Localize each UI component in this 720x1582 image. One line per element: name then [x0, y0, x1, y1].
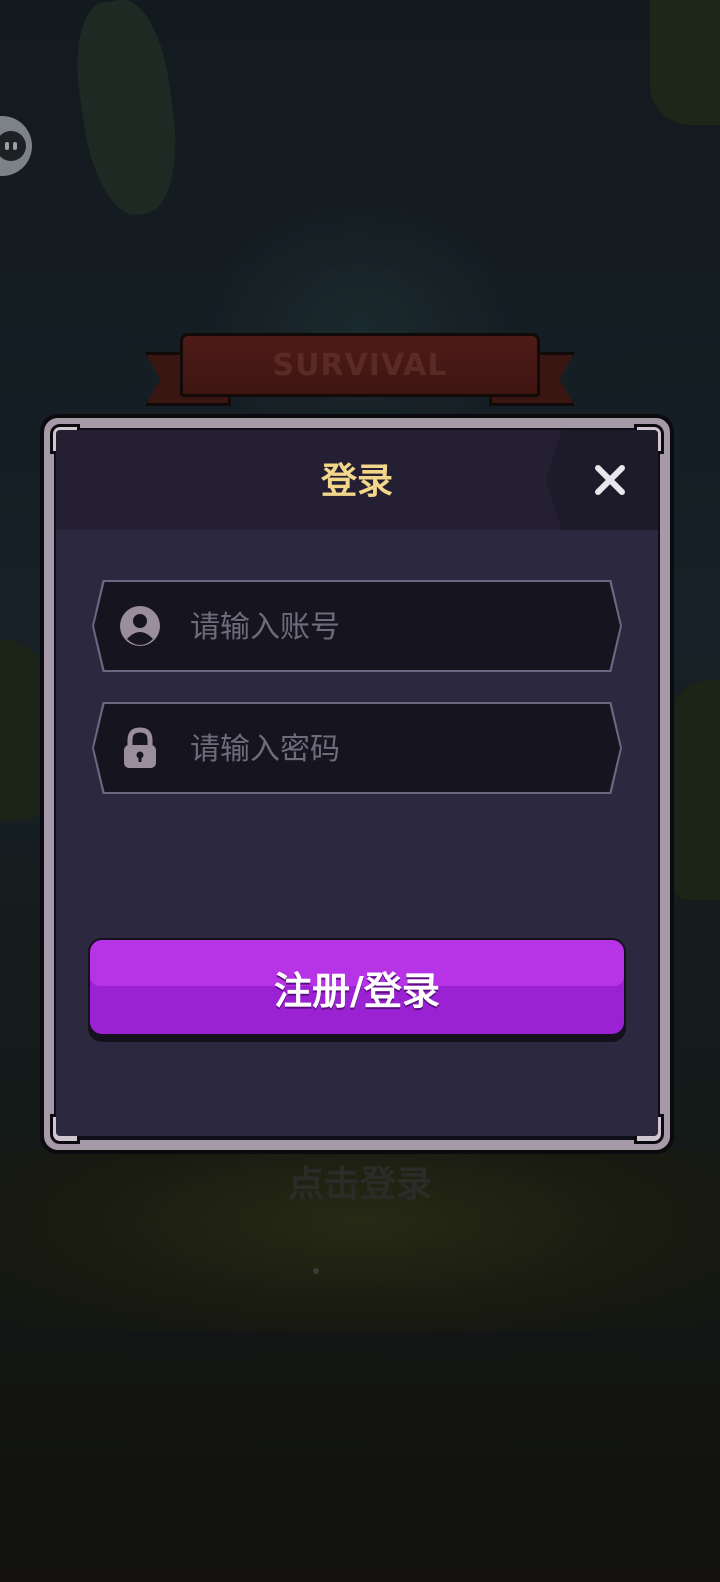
account-input[interactable]: [188, 600, 592, 654]
password-input[interactable]: [188, 722, 592, 776]
user-icon: [120, 606, 160, 646]
password-field[interactable]: [92, 702, 622, 794]
banner-title: SURVIVAL: [272, 347, 448, 383]
dialog-header: 登录: [56, 430, 658, 530]
page-indicator-dot: [313, 1268, 319, 1274]
game-screen: SURVIVAL 点击登录 登录 请输入账号 注册/登录: [0, 0, 720, 1582]
close-icon: [595, 465, 625, 495]
banner-ribbon: SURVIVAL: [180, 333, 540, 397]
tap-to-login-text: 点击登录: [287, 1164, 432, 1205]
lock-icon: [124, 727, 156, 768]
survival-banner: SURVIVAL: [145, 330, 575, 410]
floating-assist-button[interactable]: [0, 116, 32, 176]
background-rock-left: [0, 640, 45, 820]
assist-icon: [0, 131, 26, 161]
register-login-button[interactable]: 注册/登录: [88, 938, 626, 1042]
account-field[interactable]: [92, 580, 622, 672]
background-tree-left: [67, 0, 187, 221]
background-rock-right: [670, 680, 720, 900]
background-tree-right: [650, 0, 720, 125]
close-button[interactable]: [588, 458, 632, 502]
register-login-label: 注册/登录: [274, 969, 440, 1013]
